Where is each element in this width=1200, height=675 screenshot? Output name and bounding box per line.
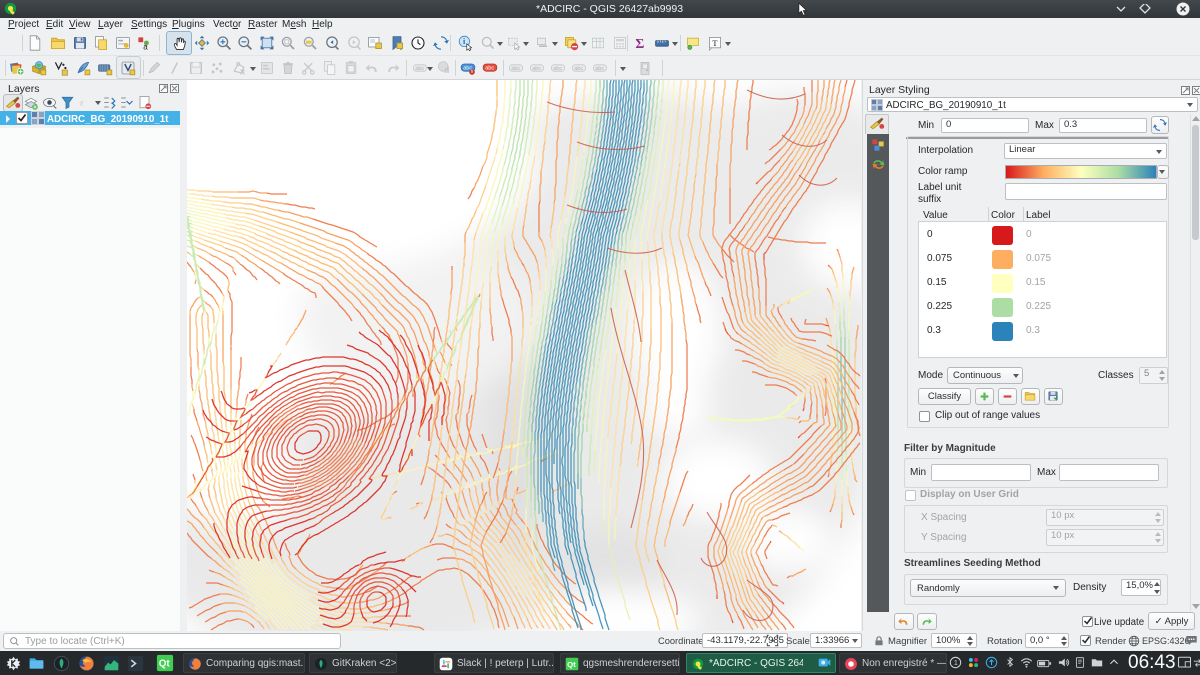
svg-text:ε: ε <box>80 98 84 108</box>
svg-text:Σ: Σ <box>635 36 644 51</box>
svg-text:a: a <box>143 42 148 51</box>
svg-text:abc: abc <box>415 66 424 72</box>
svg-text:Qt: Qt <box>567 660 576 669</box>
svg-text:Qt: Qt <box>159 659 171 670</box>
svg-text:abc: abc <box>511 66 520 72</box>
svg-text:1: 1 <box>954 659 958 667</box>
svg-text:abc: abc <box>595 66 604 72</box>
svg-text:abc: abc <box>553 66 562 72</box>
svg-text:abc: abc <box>485 66 494 72</box>
svg-text:abc: abc <box>532 66 541 72</box>
svg-text:abc: abc <box>574 66 583 72</box>
svg-text:T: T <box>712 38 718 48</box>
